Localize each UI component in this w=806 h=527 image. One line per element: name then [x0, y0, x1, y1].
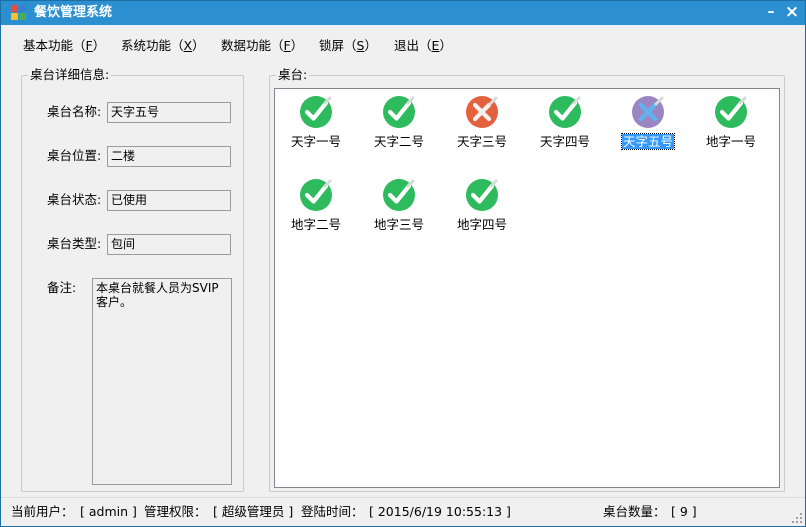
table-item[interactable]: 天字三号: [441, 91, 523, 159]
notes-label: 备注:: [47, 280, 77, 295]
menu-basic-functions[interactable]: 基本功能（F）: [23, 38, 105, 54]
table-label: 地字四号: [441, 217, 523, 233]
menu-paren: （: [271, 38, 284, 53]
table-label-text: 地字二号: [290, 217, 341, 232]
menu-bar: 基本功能（F） 系统功能（X） 数据功能（F） 锁屏（S） 退出（E）: [1, 25, 805, 67]
menu-paren: （: [171, 38, 184, 53]
notes-field[interactable]: 本桌台就餐人员为SVIP客户。: [92, 278, 232, 485]
resize-grip-icon[interactable]: [791, 512, 803, 524]
tables-list[interactable]: 天字一号 天字二号 天字三号 天字四号 天字五号 地字一号地字二号 地字三号 地字四号: [274, 88, 780, 488]
menu-accelerator: X: [183, 38, 193, 53]
cross-icon: [632, 96, 664, 128]
table-item[interactable]: 地字三号: [358, 174, 440, 242]
menu-accelerator: F: [85, 38, 93, 53]
table-location-label: 桌台位置:: [47, 148, 102, 163]
status-bar: 当前用户： [ admin ] 管理权限： [ 超级管理员 ] 登陆时间： [ …: [1, 497, 805, 526]
table-count-value: [ 9 ]: [671, 504, 697, 519]
menu-paren: （: [344, 38, 357, 53]
app-icon: [11, 5, 27, 20]
table-type-label: 桌台类型:: [47, 236, 102, 251]
menu-paren: （: [419, 38, 432, 53]
table-item[interactable]: 地字一号: [690, 91, 772, 159]
menu-paren: ）: [290, 38, 304, 53]
table-label-text: 天字三号: [456, 134, 507, 149]
table-item[interactable]: 天字五号: [607, 91, 689, 159]
menu-label: 锁屏: [319, 38, 345, 53]
table-label-text: 天字二号: [373, 134, 424, 149]
tables-legend: 桌台:: [276, 67, 310, 83]
check-icon: [549, 96, 581, 128]
table-item[interactable]: 天字二号: [358, 91, 440, 159]
menu-paren: ）: [92, 38, 106, 53]
menu-label: 数据功能: [221, 38, 272, 53]
main-window: 餐饮管理系统 – × 基本功能（F） 系统功能（X） 数据功能（F） 锁屏（S）…: [0, 0, 806, 527]
table-label: 地字二号: [275, 217, 357, 233]
check-icon: [300, 96, 332, 128]
table-label: 地字一号: [690, 134, 772, 150]
menu-exit[interactable]: 退出（E）: [394, 38, 452, 54]
menu-label: 退出: [394, 38, 420, 53]
table-label-text: 地字四号: [456, 217, 507, 232]
login-time-label: 登陆时间：: [301, 504, 364, 519]
close-button[interactable]: ×: [777, 1, 806, 25]
menu-label: 基本功能: [23, 38, 74, 53]
close-icon: ×: [784, 2, 800, 22]
menu-lock-screen[interactable]: 锁屏（S）: [319, 38, 377, 54]
table-label: 天字三号: [441, 134, 523, 150]
table-label: 天字四号: [524, 134, 606, 150]
current-user-label: 当前用户：: [11, 504, 74, 519]
menu-paren: ）: [364, 38, 377, 53]
table-label-text: 地字三号: [373, 217, 424, 232]
table-item[interactable]: 地字四号: [441, 174, 523, 242]
table-type-field[interactable]: 包间: [107, 234, 231, 255]
window-title: 餐饮管理系统: [34, 5, 113, 20]
table-label-text: 地字一号: [705, 134, 756, 149]
menu-paren: ）: [192, 38, 205, 53]
table-details-legend: 桌台详细信息:: [28, 67, 112, 83]
table-status-field[interactable]: 已使用: [107, 190, 231, 211]
minimize-icon: –: [767, 4, 775, 20]
login-time-value: [ 2015/6/19 10:55:13 ]: [369, 504, 511, 519]
check-icon: [383, 179, 415, 211]
table-name-label: 桌台名称:: [47, 104, 102, 119]
permission-value: [ 超级管理员 ]: [213, 504, 294, 519]
table-label-text: 天字一号: [290, 134, 341, 149]
menu-system-functions[interactable]: 系统功能（X）: [121, 38, 205, 54]
menu-label: 系统功能: [121, 38, 172, 53]
cross-icon: [466, 96, 498, 128]
menu-accelerator: F: [283, 38, 291, 53]
menu-data-functions[interactable]: 数据功能（F）: [221, 38, 303, 54]
title-bar[interactable]: 餐饮管理系统 – ×: [1, 1, 805, 25]
table-label: 天字五号: [607, 133, 689, 150]
menu-paren: （: [73, 38, 86, 53]
check-icon: [383, 96, 415, 128]
table-item[interactable]: 地字二号: [275, 174, 357, 242]
table-label: 天字二号: [358, 134, 440, 150]
check-icon: [715, 96, 747, 128]
current-user-value: [ admin ]: [80, 504, 137, 519]
table-location-field[interactable]: 二楼: [107, 146, 231, 167]
table-label-text: 天字四号: [539, 134, 590, 149]
permission-label: 管理权限：: [144, 504, 207, 519]
menu-paren: ）: [439, 38, 452, 53]
check-icon: [466, 179, 498, 211]
table-label: 地字三号: [358, 217, 440, 233]
table-label: 天字一号: [275, 134, 357, 150]
table-count-label: 桌台数量：: [603, 504, 666, 519]
check-icon: [300, 179, 332, 211]
table-name-field[interactable]: 天字五号: [107, 102, 231, 123]
table-label-text: 天字五号: [620, 133, 676, 150]
table-item[interactable]: 天字一号: [275, 91, 357, 159]
table-item[interactable]: 天字四号: [524, 91, 606, 159]
table-status-label: 桌台状态:: [47, 192, 102, 207]
